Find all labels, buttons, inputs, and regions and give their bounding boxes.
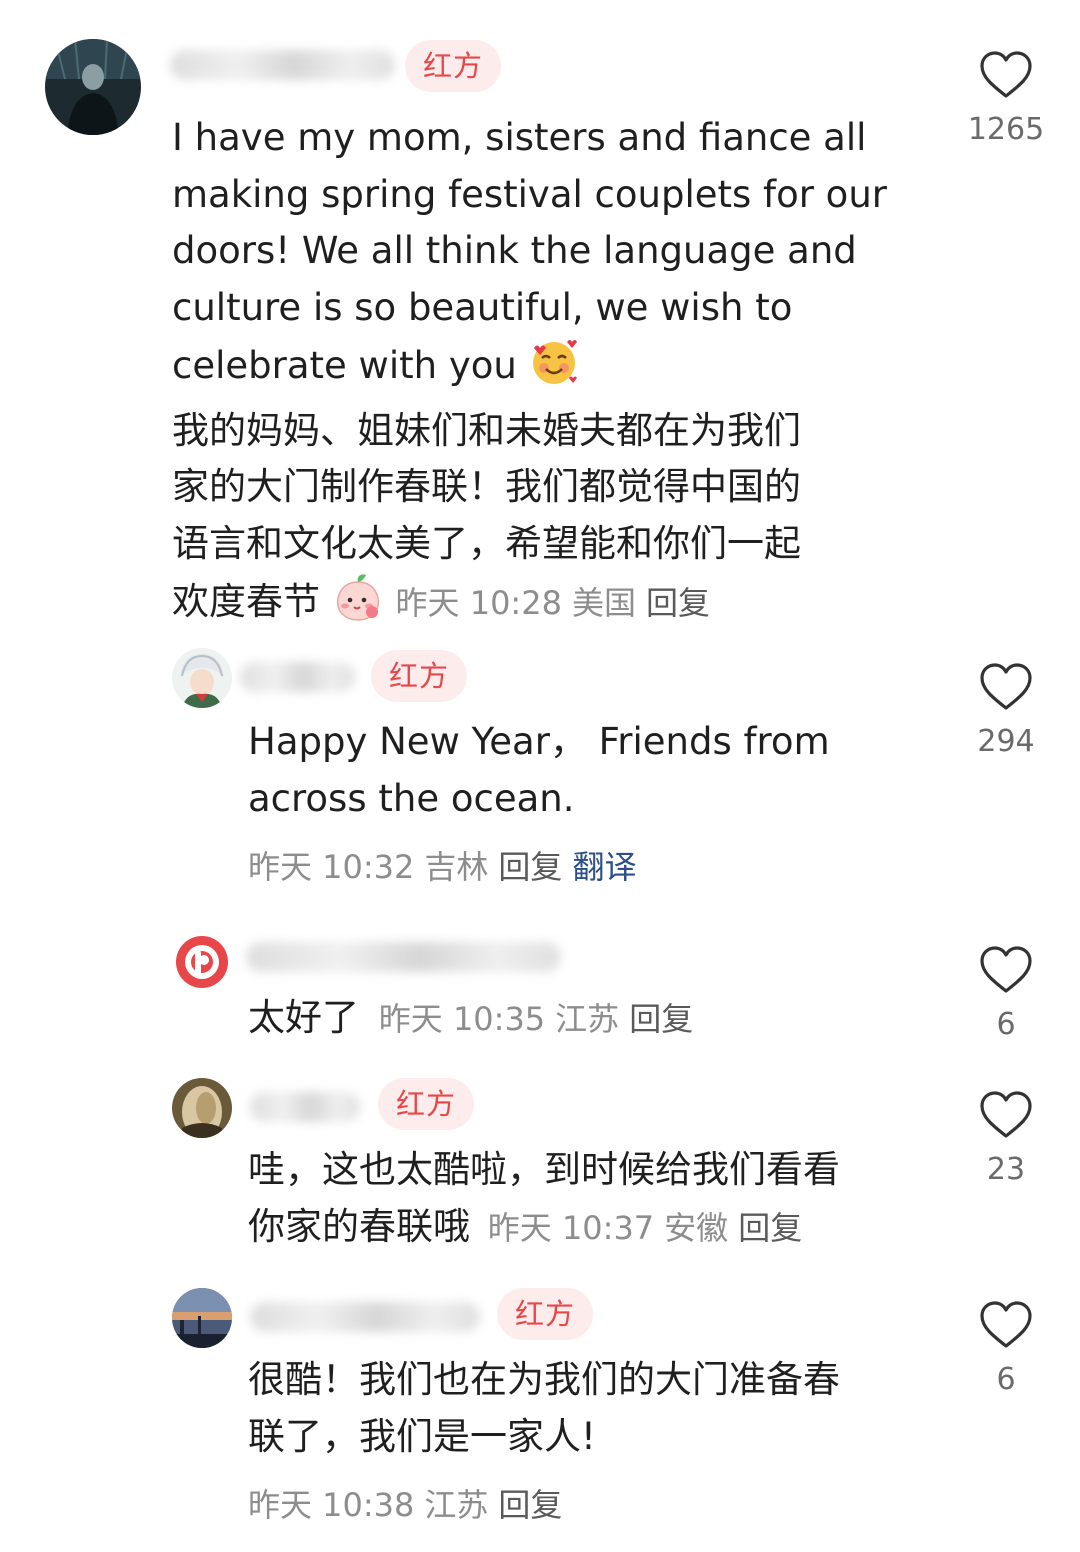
like-count: 23 (986, 1152, 1026, 1187)
reply-button[interactable]: 回复 (498, 1486, 562, 1524)
comment-line: across the ocean. (248, 776, 575, 820)
comment-meta: 昨天 10:38 江苏 回复 (248, 1480, 572, 1526)
avatar[interactable] (172, 1078, 232, 1138)
comment-time: 昨天 10:37 (487, 1208, 655, 1247)
comment-text: Happy New Year， Friends from across the … (248, 714, 830, 827)
username-blurred[interactable] (246, 942, 561, 972)
like-count: 6 (996, 1007, 1016, 1042)
smiling-face-with-hearts-emoji (529, 336, 579, 403)
comment-2: 红方 Happy New Year， Friends from across t… (0, 640, 1080, 900)
like-button[interactable]: 23 (966, 1090, 1046, 1187)
comment-line: 语言和文化太美了，希望能和你们一起 (172, 521, 801, 565)
heart-outline-icon (980, 663, 1032, 710)
comment-5: 红方 很酷！我们也在为我们的大门准备春 联了，我们是一家人! 昨天 10:38 江… (0, 1280, 1080, 1552)
username-blurred[interactable] (250, 1302, 480, 1332)
comment-line: Happy New Year， Friends from (248, 720, 830, 763)
comment-time: 昨天 10:32 (248, 848, 415, 886)
heart-outline-icon (980, 1091, 1032, 1138)
comment-line: I have my mom, sisters and fiance all (172, 116, 867, 159)
comment-line: 我的妈妈、姐妹们和未婚夫都在为我们 (172, 408, 801, 452)
reply-button[interactable]: 回复 (646, 584, 710, 622)
avatar[interactable] (172, 1288, 232, 1348)
comment-text: 哇，这也太酷啦，到时候给我们看看 你家的春联哦 昨天 10:37 安徽 回复 (248, 1142, 840, 1256)
comment-line: 联了，我们是一家人! (248, 1414, 596, 1458)
comment-line: 太好了 (248, 996, 359, 1039)
comment-line: 哇，这也太酷啦，到时候给我们看看 (248, 1148, 840, 1191)
comment-line: culture is so beautiful, we wish to (172, 285, 793, 329)
peach-character-sticker (332, 572, 384, 639)
comment-location: 江苏 (555, 1000, 620, 1038)
red-team-badge: 红方 (405, 40, 502, 92)
avatar[interactable] (172, 932, 232, 992)
comment-location: 美国 (571, 584, 636, 622)
comment-time: 昨天 10:28 (395, 584, 562, 622)
comment-line: 欢度春节 (172, 580, 320, 623)
comment-time: 昨天 10:38 (248, 1486, 415, 1524)
heart-outline-icon (980, 1301, 1032, 1348)
red-team-badge: 红方 (371, 650, 468, 702)
heart-outline-icon (980, 51, 1032, 98)
username-blurred[interactable] (240, 662, 355, 692)
comment-line: 家的大门制作春联！我们都觉得中国的 (172, 465, 801, 508)
like-count: 1265 (967, 112, 1045, 147)
comment-4: 红方 哇，这也太酷啦，到时候给我们看看 你家的春联哦 昨天 10:37 安徽 回复 … (0, 1070, 1080, 1270)
heart-outline-icon (980, 946, 1032, 993)
comment-1: 红方 I have my mom, sisters and fiance all… (0, 0, 1080, 623)
reply-button[interactable]: 回复 (629, 1000, 693, 1038)
red-team-badge: 红方 (378, 1078, 475, 1130)
like-button[interactable]: 6 (966, 945, 1046, 1042)
comment-line: 很酷！我们也在为我们的大门准备春 (248, 1358, 840, 1401)
comment-line: celebrate with you (172, 344, 517, 387)
like-button[interactable]: 294 (966, 662, 1046, 759)
avatar[interactable] (45, 39, 141, 135)
comment-meta: 昨天 10:32 吉林 回复 翻译 (248, 842, 646, 888)
like-count: 6 (996, 1362, 1016, 1397)
username-blurred[interactable] (250, 1092, 360, 1122)
red-team-badge: 红方 (497, 1288, 594, 1340)
comment-line: 你家的春联哦 (248, 1204, 470, 1248)
comment-location: 江苏 (424, 1486, 489, 1524)
comment-text: 太好了 昨天 10:35 江苏 回复 (248, 990, 703, 1048)
comment-time: 昨天 10:35 (378, 1000, 546, 1038)
like-count: 294 (977, 724, 1035, 759)
username-blurred[interactable] (170, 50, 395, 80)
comment-text: 很酷！我们也在为我们的大门准备春 联了，我们是一家人! (248, 1352, 840, 1465)
comment-line: making spring festival couplets for our (172, 172, 887, 216)
avatar[interactable] (172, 648, 232, 708)
comment-location: 安徽 (664, 1208, 729, 1247)
like-button[interactable]: 6 (966, 1300, 1046, 1397)
reply-button[interactable]: 回复 (498, 848, 562, 886)
reply-button[interactable]: 回复 (738, 1209, 802, 1247)
like-button[interactable]: 1265 (966, 50, 1046, 147)
comment-location: 吉林 (424, 848, 489, 886)
comment-line: doors! We all think the language and (172, 229, 857, 272)
translate-button[interactable]: 翻译 (572, 848, 636, 886)
comment-text: I have my mom, sisters and fiance all ma… (172, 110, 887, 639)
comment-3: 太好了 昨天 10:35 江苏 回复 6 (0, 920, 1080, 1050)
